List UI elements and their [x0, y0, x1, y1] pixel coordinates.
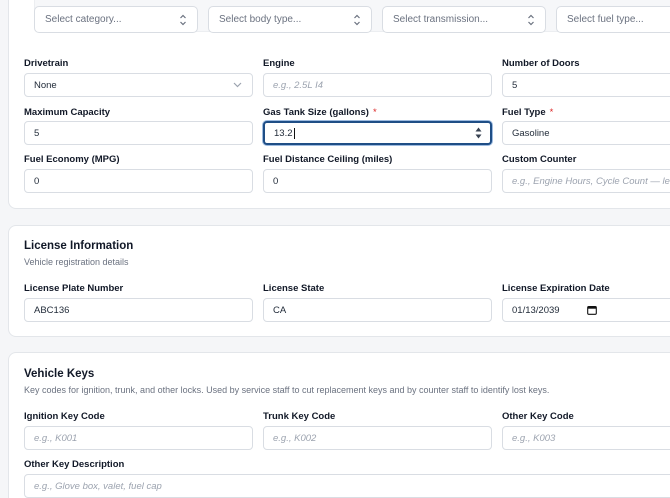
text-cursor: [293, 127, 295, 139]
transmission-select[interactable]: Select transmission...: [382, 6, 546, 33]
fuel-type-select[interactable]: Gasoline: [502, 121, 670, 145]
fuel-type-filter-text: Select fuel type...: [567, 14, 644, 25]
capacity-input[interactable]: 5: [24, 121, 253, 145]
other-key-placeholder: e.g., K003: [512, 432, 556, 444]
ignition-key-label: Ignition Key Code: [24, 411, 105, 422]
updown-chevron-icon: [528, 14, 534, 26]
required-mark: *: [549, 107, 554, 118]
body-type-select-text: Select body type...: [219, 14, 302, 25]
fuel-economy-value: 0: [34, 175, 40, 187]
fuel-type-filter-select[interactable]: Select fuel type...: [556, 6, 670, 33]
expiration-value: 01/13/2039: [512, 304, 560, 316]
chevron-down-icon: [233, 82, 242, 88]
fuel-distance-label: Fuel Distance Ceiling (miles): [263, 154, 393, 165]
engine-placeholder: e.g., 2.5L I4: [273, 79, 324, 91]
custom-counter-input[interactable]: e.g., Engine Hours, Cycle Count — leave: [502, 169, 670, 193]
gas-tank-label-text: Gas Tank Size (gallons): [263, 107, 369, 118]
license-section-subtitle: Vehicle registration details: [24, 257, 129, 267]
fuel-type-value: Gasoline: [512, 127, 550, 139]
required-mark: *: [372, 107, 377, 118]
expiration-label: License Expiration Date: [502, 283, 610, 294]
capacity-value: 5: [34, 127, 40, 139]
calendar-icon[interactable]: [587, 305, 597, 315]
state-value: CA: [273, 304, 287, 316]
trunk-key-input[interactable]: e.g., K002: [263, 426, 492, 450]
updown-chevron-icon: [354, 14, 360, 26]
custom-counter-placeholder: e.g., Engine Hours, Cycle Count — leave: [512, 175, 670, 187]
other-key-desc-placeholder: e.g., Glove box, valet, fuel cap: [34, 480, 162, 492]
gas-tank-label: Gas Tank Size (gallons) *: [263, 107, 377, 118]
category-select-text: Select category...: [45, 14, 122, 25]
category-select[interactable]: Select category...: [34, 6, 198, 33]
plate-label: License Plate Number: [24, 283, 124, 294]
keys-section-subtitle: Key codes for ignition, trunk, and other…: [24, 385, 550, 395]
fuel-distance-value: 0: [273, 175, 279, 187]
fuel-type-label-text: Fuel Type: [502, 107, 546, 118]
ignition-key-input[interactable]: e.g., K001: [24, 426, 253, 450]
transmission-select-text: Select transmission...: [393, 14, 489, 25]
fuel-economy-label: Fuel Economy (MPG): [24, 154, 120, 165]
doors-value: 5: [512, 79, 518, 91]
gas-tank-value: 13.2: [274, 127, 293, 139]
engine-label: Engine: [263, 58, 295, 69]
trunk-key-placeholder: e.g., K002: [273, 432, 317, 444]
state-label: License State: [263, 283, 325, 294]
fuel-type-label: Fuel Type *: [502, 107, 553, 118]
other-key-label: Other Key Code: [502, 411, 574, 422]
drivetrain-label: Drivetrain: [24, 58, 69, 69]
number-spinner-icon[interactable]: [475, 126, 482, 140]
drivetrain-select[interactable]: None: [24, 73, 253, 97]
keys-section-title: Vehicle Keys: [24, 368, 95, 380]
ignition-key-placeholder: e.g., K001: [34, 432, 78, 444]
doors-input[interactable]: 5: [502, 73, 670, 97]
doors-label: Number of Doors: [502, 58, 580, 69]
other-key-desc-input[interactable]: e.g., Glove box, valet, fuel cap: [24, 474, 670, 498]
license-section-title: License Information: [24, 240, 134, 252]
trunk-key-label: Trunk Key Code: [263, 411, 336, 422]
plate-input[interactable]: ABC136: [24, 298, 253, 322]
gas-tank-input[interactable]: 13.2: [263, 121, 492, 145]
capacity-label: Maximum Capacity: [24, 107, 111, 118]
body-type-select[interactable]: Select body type...: [208, 6, 372, 33]
fuel-distance-input[interactable]: 0: [263, 169, 492, 193]
custom-counter-label: Custom Counter: [502, 154, 577, 165]
updown-chevron-icon: [180, 14, 186, 26]
engine-input[interactable]: e.g., 2.5L I4: [263, 73, 492, 97]
expiration-date-input[interactable]: 01/13/2039: [502, 298, 670, 322]
drivetrain-value: None: [34, 79, 57, 91]
other-key-desc-label: Other Key Description: [24, 459, 125, 470]
plate-value: ABC136: [34, 304, 70, 316]
state-input[interactable]: CA: [263, 298, 492, 322]
fuel-economy-input[interactable]: 0: [24, 169, 253, 193]
other-key-input[interactable]: e.g., K003: [502, 426, 670, 450]
